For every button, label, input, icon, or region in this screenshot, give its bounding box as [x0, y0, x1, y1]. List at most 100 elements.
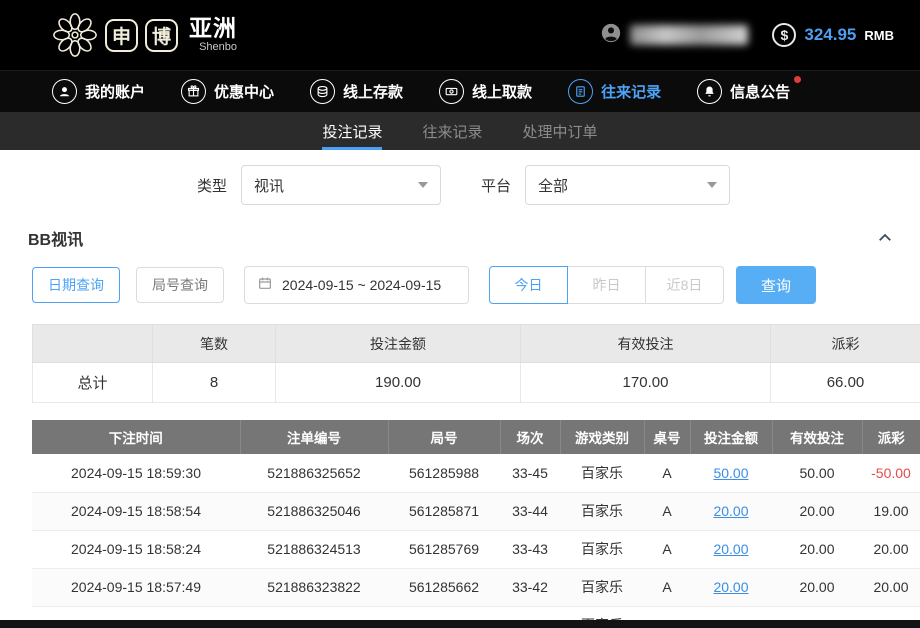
platform-select-value: 全部	[538, 175, 568, 196]
session-cell: 33-43	[500, 530, 560, 568]
valid-bet-cell: 20.00	[772, 530, 862, 568]
game-type-cell: 百家乐	[560, 530, 644, 568]
summary-valid-bet: 170.00	[521, 363, 771, 403]
footer-strip	[0, 620, 920, 628]
tab-label: 投注记录	[322, 121, 382, 142]
session-cell: 33-42	[500, 568, 560, 606]
logo-char-1: 申	[112, 22, 131, 49]
balance-amount: 324.95	[804, 25, 856, 45]
header-right: $ 324.95 RMB	[600, 22, 894, 49]
round-cell: 561285871	[388, 492, 500, 530]
bet-id-cell: 521886325652	[240, 454, 388, 492]
withdraw-icon	[439, 79, 464, 104]
valid-bet-cell: 20.00	[772, 492, 862, 530]
search-button[interactable]: 查询	[736, 266, 816, 304]
last-8-days-button[interactable]: 近8日	[645, 266, 724, 304]
date-range-value: 2024-09-15 ~ 2024-09-15	[282, 277, 441, 293]
main-nav: 我的账户 优惠中心 线上存款 线上取款 往来记录	[0, 70, 920, 112]
col-header-payout: 派彩	[862, 420, 920, 454]
nav-item-announcements[interactable]: 信息公告	[697, 79, 790, 104]
payout-cell: 19.00	[862, 492, 920, 530]
col-header-table-no: 桌号	[644, 420, 690, 454]
bet-time-cell: 2024-09-15 18:59:30	[32, 454, 240, 492]
nav-item-promotions[interactable]: 优惠中心	[181, 79, 274, 104]
platform-select[interactable]: 全部	[525, 165, 730, 205]
logo-char-2: 博	[152, 22, 171, 49]
nav-item-transaction-records[interactable]: 往来记录	[568, 79, 661, 104]
records-icon	[568, 79, 593, 104]
valid-bet-cell: 20.00	[772, 568, 862, 606]
logo-text: 亚洲 Shenbo	[189, 17, 237, 53]
bet-amount-cell: 50.00	[690, 454, 772, 492]
round-cell: 561285662	[388, 568, 500, 606]
type-label: 类型	[197, 175, 227, 196]
table-row: 2024-09-15 18:58:24 521886324513 5612857…	[32, 530, 920, 568]
logo-char-box-2: 博	[145, 19, 178, 52]
summary-payout: 66.00	[771, 363, 920, 403]
table-row: 2024-09-15 18:57:49 521886323822 5612856…	[32, 568, 920, 606]
bet-records-table: 下注时间 注单编号 局号 场次 游戏类别 桌号 投注金额 有效投注 派彩 202…	[32, 420, 920, 628]
summary-bet-amount: 190.00	[276, 363, 521, 403]
round-query-button[interactable]: 局号查询	[136, 267, 224, 303]
table-no-cell: A	[644, 454, 690, 492]
yesterday-button[interactable]: 昨日	[567, 266, 646, 304]
dollar-icon: $	[772, 23, 796, 47]
summary-total-row: 总计 8 190.00 170.00 66.00	[33, 363, 920, 403]
user-avatar-icon	[600, 22, 622, 49]
bet-amount-link[interactable]: 20.00	[713, 541, 748, 557]
round-cell: 561285769	[388, 530, 500, 568]
summary-header-count: 笔数	[153, 325, 276, 363]
nav-item-deposit[interactable]: 线上存款	[310, 79, 403, 104]
section-head: BB视讯	[0, 220, 920, 260]
logo-brand: Shenbo	[199, 42, 237, 53]
subnav: 投注记录 往来记录 处理中订单	[0, 112, 920, 150]
nav-label: 信息公告	[730, 81, 790, 102]
summary-header-empty	[33, 325, 153, 363]
gift-icon	[181, 79, 206, 104]
bet-amount-cell: 20.00	[690, 492, 772, 530]
date-query-button[interactable]: 日期查询	[32, 267, 120, 303]
tab-transaction-records[interactable]: 往来记录	[422, 112, 482, 150]
query-toolbar: 日期查询 局号查询 2024-09-15 ~ 2024-09-15 今日 昨日 …	[0, 260, 920, 324]
calendar-icon	[257, 275, 273, 296]
collapse-section-button[interactable]	[876, 229, 894, 247]
bet-id-cell: 521886325046	[240, 492, 388, 530]
type-select-value: 视讯	[254, 175, 284, 196]
today-button[interactable]: 今日	[489, 266, 568, 304]
session-cell: 33-45	[500, 454, 560, 492]
type-select[interactable]: 视讯	[241, 165, 441, 205]
bet-time-cell: 2024-09-15 18:58:54	[32, 492, 240, 530]
section-title: BB视讯	[28, 226, 83, 250]
table-no-cell: A	[644, 530, 690, 568]
nav-item-withdraw[interactable]: 线上取款	[439, 79, 532, 104]
app-screen: 申 博 亚洲 Shenbo $ 324.95	[0, 0, 920, 628]
chevron-down-icon	[707, 182, 717, 188]
bet-table-body: 2024-09-15 18:59:30 521886325652 5612859…	[32, 454, 920, 628]
tab-betting-records[interactable]: 投注记录	[322, 112, 382, 150]
bet-amount-link[interactable]: 50.00	[713, 465, 748, 481]
brand-logo[interactable]: 申 博 亚洲 Shenbo	[52, 12, 237, 58]
nav-label: 优惠中心	[214, 81, 274, 102]
nav-label: 线上取款	[472, 81, 532, 102]
tab-label: 往来记录	[422, 121, 482, 142]
payout-cell: 20.00	[862, 568, 920, 606]
tab-processing-orders[interactable]: 处理中订单	[523, 112, 598, 150]
bet-id-cell: 521886323822	[240, 568, 388, 606]
balance-display[interactable]: $ 324.95 RMB	[772, 23, 894, 47]
bet-amount-cell: 20.00	[690, 568, 772, 606]
balance-currency: RMB	[864, 28, 894, 43]
user-account-chip[interactable]	[600, 22, 748, 49]
game-type-cell: 百家乐	[560, 492, 644, 530]
payout-cell: 20.00	[862, 530, 920, 568]
bet-amount-link[interactable]: 20.00	[713, 503, 748, 519]
bet-amount-link[interactable]: 20.00	[713, 579, 748, 595]
user-icon	[52, 79, 77, 104]
col-header-round: 局号	[388, 420, 500, 454]
table-row: 2024-09-15 18:59:30 521886325652 5612859…	[32, 454, 920, 492]
col-header-session: 场次	[500, 420, 560, 454]
date-range-input[interactable]: 2024-09-15 ~ 2024-09-15	[244, 266, 469, 304]
deposit-icon	[310, 79, 335, 104]
summary-count: 8	[153, 363, 276, 403]
nav-item-my-account[interactable]: 我的账户	[52, 79, 145, 104]
col-header-bet-amount: 投注金额	[690, 420, 772, 454]
